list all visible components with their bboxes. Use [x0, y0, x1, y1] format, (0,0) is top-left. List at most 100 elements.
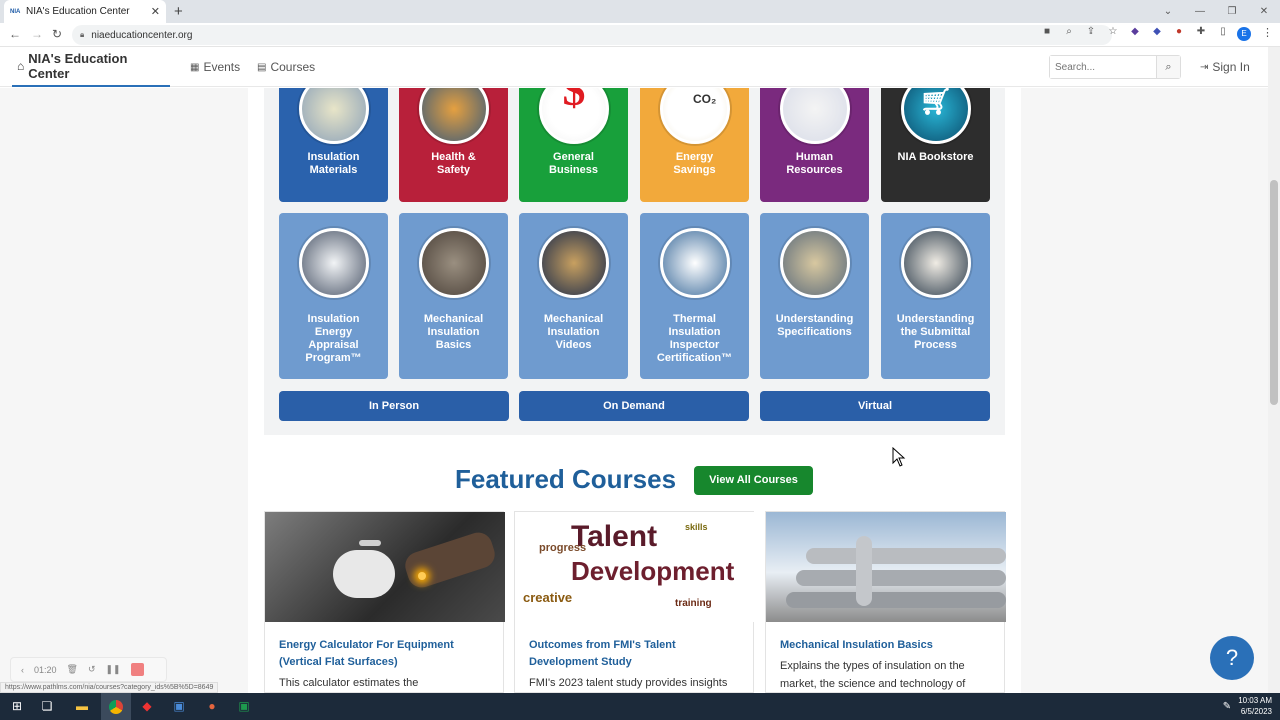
pipes-image — [766, 512, 1006, 622]
clock-date: 6/5/2023 — [1240, 707, 1272, 716]
category-tile[interactable]: $ General Business — [519, 88, 628, 202]
trash-icon[interactable]: 🗑︎ — [67, 664, 78, 675]
forward-icon[interactable]: → — [31, 27, 43, 41]
menu-icon[interactable]: ⋮ — [1262, 26, 1273, 39]
help-button[interactable]: ? — [1210, 636, 1254, 680]
close-tab-icon[interactable]: ✕ — [151, 5, 160, 18]
url-bar[interactable]: 🔒︎ niaeducationcenter.org — [72, 25, 1112, 45]
taskbar-clock[interactable]: 10:03 AM 6/5/2023 — [1238, 695, 1272, 717]
scrollbar-thumb[interactable] — [1270, 180, 1278, 405]
video-icon — [539, 228, 609, 298]
co2-chart-icon: CO₂ — [660, 88, 730, 144]
category-tile[interactable]: Understanding Specifications — [760, 213, 869, 379]
address-toolbar: ← → ↻ 🔒︎ niaeducationcenter.org ■ ⌕ ⇪ ☆ … — [0, 23, 1280, 47]
nav-courses-label: Courses — [270, 60, 316, 74]
nav-events-label: Events — [203, 60, 241, 74]
windows-taskbar: ⊞ ❏ ▬ ◆ ▣ ● ▣ ✎ 10:03 AM 6/5/2023 — [0, 693, 1280, 720]
pause-icon[interactable]: ❚❚ — [106, 664, 121, 675]
specifications-icon — [780, 228, 850, 298]
task-view-icon[interactable]: ❏ — [32, 693, 62, 720]
minimize-icon[interactable]: — — [1184, 6, 1216, 17]
pipes-icon — [419, 228, 489, 298]
page-scrollbar[interactable] — [1268, 47, 1280, 693]
category-tile[interactable]: 🛒︎ NIA Bookstore — [881, 88, 990, 202]
windows-start-icon[interactable]: ⊞ — [2, 693, 32, 720]
category-label: Mechanical Insulation Basics — [423, 313, 484, 351]
browser-tab-strip: NIA NIA's Education Center ✕ + ⌄ — ❐ ✕ — [0, 0, 1280, 23]
page-content: In Person On Demand Virtual Featured Cou… — [0, 88, 1268, 693]
sign-in-link[interactable]: ⇥ Sign In — [1200, 60, 1250, 74]
category-tile[interactable]: Understanding the Submittal Process — [881, 213, 990, 379]
record-icon[interactable]: ● — [1172, 26, 1186, 37]
category-tile[interactable]: CO₂ Energy Savings — [640, 88, 749, 202]
category-label: General Business — [549, 151, 598, 176]
extension-icons: ■ ⌕ ⇪ ☆ ◆ ◆ ● ✚ ▯ — [1040, 26, 1230, 37]
on-demand-button[interactable]: On Demand — [519, 391, 749, 421]
puzzle-icon[interactable]: ✚ — [1194, 26, 1208, 37]
category-tile[interactable]: Human Resources — [760, 88, 869, 202]
word-icon[interactable]: ▣ — [164, 693, 194, 720]
virtual-button[interactable]: Virtual — [760, 391, 990, 421]
hard-hat-icon — [419, 88, 489, 144]
course-card-mechanical-insulation-basics[interactable]: Mechanical Insulation Basics Explains th… — [765, 511, 1006, 693]
restore-icon[interactable]: ❐ — [1216, 6, 1248, 17]
category-tile[interactable]: Thermal Insulation Inspector Certificati… — [640, 213, 749, 379]
category-tile[interactable]: Insulation Materials — [279, 88, 388, 202]
category-label: Understanding the Submittal Process — [896, 313, 975, 351]
category-tile[interactable]: Mechanical Insulation Videos — [519, 213, 628, 379]
category-label: Thermal Insulation Inspector Certificati… — [656, 313, 733, 364]
search-box: ⌕ — [1049, 55, 1181, 79]
brand-link[interactable]: ⌂ NIA's Education Center — [12, 47, 170, 87]
view-all-courses-button[interactable]: View All Courses — [694, 466, 813, 495]
reload-icon[interactable]: ↻ — [52, 27, 62, 41]
collapse-icon[interactable]: ‹ — [21, 665, 24, 675]
new-tab-button[interactable]: + — [174, 3, 183, 20]
tab-search-icon[interactable]: ⌄ — [1152, 6, 1184, 17]
search-input[interactable] — [1050, 56, 1156, 78]
close-window-icon[interactable]: ✕ — [1248, 6, 1280, 17]
restart-icon[interactable]: ↺ — [88, 664, 96, 675]
profile-avatar[interactable]: E — [1237, 27, 1251, 41]
course-title[interactable]: Mechanical Insulation Basics — [780, 637, 990, 654]
category-tile[interactable]: Mechanical Insulation Basics — [399, 213, 508, 379]
brand-label: NIA's Education Center — [28, 51, 128, 81]
extension-icon[interactable]: ◆ — [1128, 26, 1142, 37]
stop-icon[interactable] — [130, 663, 144, 676]
window-controls: ⌄ — ❐ ✕ — [1152, 0, 1280, 23]
share-icon[interactable]: ⇪ — [1084, 26, 1098, 37]
back-icon[interactable]: ← — [9, 27, 21, 41]
extension-badge-icon[interactable]: ◆ — [1150, 26, 1164, 37]
category-tile[interactable]: Health & Safety — [399, 88, 508, 202]
chrome-icon[interactable] — [101, 693, 131, 720]
side-panel-icon[interactable]: ▯ — [1216, 26, 1230, 37]
course-card-energy-calculator[interactable]: Energy Calculator For Equipment (Vertica… — [264, 511, 505, 693]
calendar-icon: ▦ — [190, 61, 200, 73]
site-navbar: ⌂ NIA's Education Center ▦ Events ▤ Cour… — [0, 47, 1280, 87]
piggy-bank-image — [265, 512, 505, 622]
file-explorer-icon[interactable]: ▬ — [67, 693, 97, 720]
bookmark-star-icon[interactable]: ☆ — [1106, 26, 1120, 37]
favicon-icon: NIA — [10, 8, 21, 15]
excel-icon[interactable]: ▣ — [229, 693, 259, 720]
geodesic-dome-icon — [660, 228, 730, 298]
course-title[interactable]: Outcomes from FMI's Talent Development S… — [529, 637, 739, 671]
powerpoint-icon[interactable]: ● — [197, 693, 227, 720]
nav-events[interactable]: ▦ Events — [190, 60, 240, 74]
camera-icon[interactable]: ■ — [1040, 26, 1054, 37]
course-card-talent-development[interactable]: Talent Development progress creative ski… — [514, 511, 755, 693]
course-title[interactable]: Energy Calculator For Equipment (Vertica… — [279, 637, 489, 671]
category-label: Insulation Materials — [307, 151, 360, 176]
zoom-icon[interactable]: ⌕ — [1062, 26, 1076, 37]
course-description: This calculator estimates the — [279, 677, 419, 689]
browser-tab[interactable]: NIA NIA's Education Center ✕ — [4, 0, 166, 23]
course-description: Explains the types of insulation on the … — [780, 660, 966, 690]
mouse-cursor-icon — [892, 447, 906, 467]
dollar-icon: $ — [539, 88, 609, 144]
acrobat-icon[interactable]: ◆ — [132, 693, 162, 720]
category-label: Mechanical Insulation Videos — [543, 313, 604, 351]
nav-courses[interactable]: ▤ Courses — [257, 60, 315, 74]
category-tile[interactable]: Insulation Energy Appraisal Program™ — [279, 213, 388, 379]
in-person-button[interactable]: In Person — [279, 391, 509, 421]
status-bar-url: https://www.pathlms.com/nia/courses?cate… — [0, 682, 219, 693]
search-icon[interactable]: ⌕ — [1156, 56, 1180, 78]
